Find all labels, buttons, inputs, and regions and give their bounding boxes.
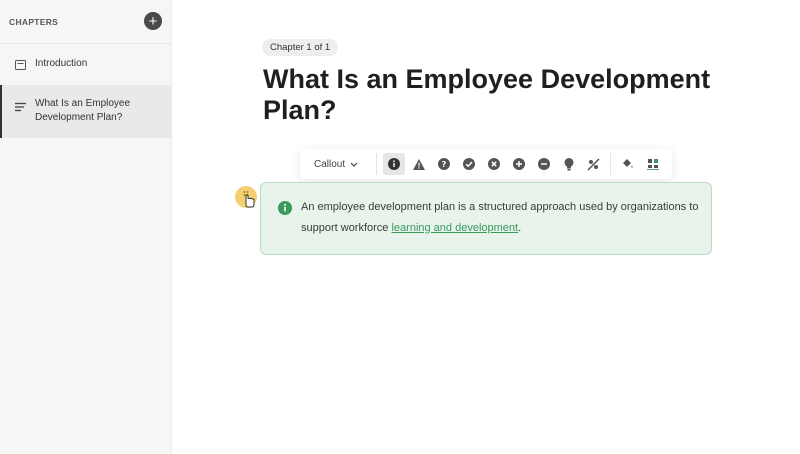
- add-chapter-button[interactable]: +: [144, 12, 162, 30]
- text-lines-icon: [15, 99, 27, 117]
- sidebar-item-label: What Is an Employee Development Plan?: [35, 98, 131, 123]
- sidebar-item-introduction[interactable]: Introduction: [0, 44, 171, 84]
- info-icon: [278, 201, 292, 220]
- paint-bucket-icon[interactable]: [617, 153, 639, 175]
- block-type-dropdown[interactable]: Callout: [300, 159, 372, 170]
- sidebar-title: CHAPTERS: [9, 17, 59, 27]
- no-icon-icon[interactable]: [583, 153, 605, 175]
- sidebar-item-development-plan[interactable]: What Is an Employee Development Plan?: [0, 85, 171, 138]
- toolbar-divider: [610, 153, 611, 175]
- page-title[interactable]: What Is an Employee Development Plan?: [263, 64, 733, 126]
- callout-text[interactable]: An employee development plan is a struct…: [301, 197, 701, 238]
- editor-main: Chapter 1 of 1 What Is an Employee Devel…: [172, 0, 800, 454]
- x-icon[interactable]: [483, 153, 505, 175]
- toolbar-divider: [376, 153, 377, 175]
- page-icon: [15, 57, 26, 75]
- plus-icon: +: [148, 12, 158, 30]
- question-icon[interactable]: ?: [433, 153, 455, 175]
- minus-icon[interactable]: [533, 153, 555, 175]
- callout-text-after: .: [518, 221, 522, 234]
- bulb-icon[interactable]: [558, 153, 580, 175]
- learning-development-link[interactable]: learning and development: [391, 222, 518, 234]
- drag-handle[interactable]: [235, 186, 257, 208]
- chapter-badge: Chapter 1 of 1: [262, 39, 339, 56]
- chapters-sidebar: CHAPTERS + Introduction What Is an Emplo…: [0, 0, 172, 454]
- callout-toolbar: Callout ?: [300, 149, 672, 179]
- drag-dots-icon: [243, 191, 255, 208]
- layout-icon[interactable]: [642, 153, 664, 175]
- warning-icon[interactable]: [408, 153, 430, 175]
- sidebar-item-label: Introduction: [35, 58, 88, 69]
- plus-icon[interactable]: [508, 153, 530, 175]
- chevron-down-icon: [350, 159, 358, 170]
- callout-block[interactable]: An employee development plan is a struct…: [260, 182, 712, 255]
- check-icon[interactable]: [458, 153, 480, 175]
- info-icon[interactable]: [382, 153, 405, 175]
- sidebar-header: CHAPTERS +: [0, 0, 171, 44]
- block-type-label: Callout: [314, 158, 346, 170]
- svg-text:?: ?: [441, 160, 446, 169]
